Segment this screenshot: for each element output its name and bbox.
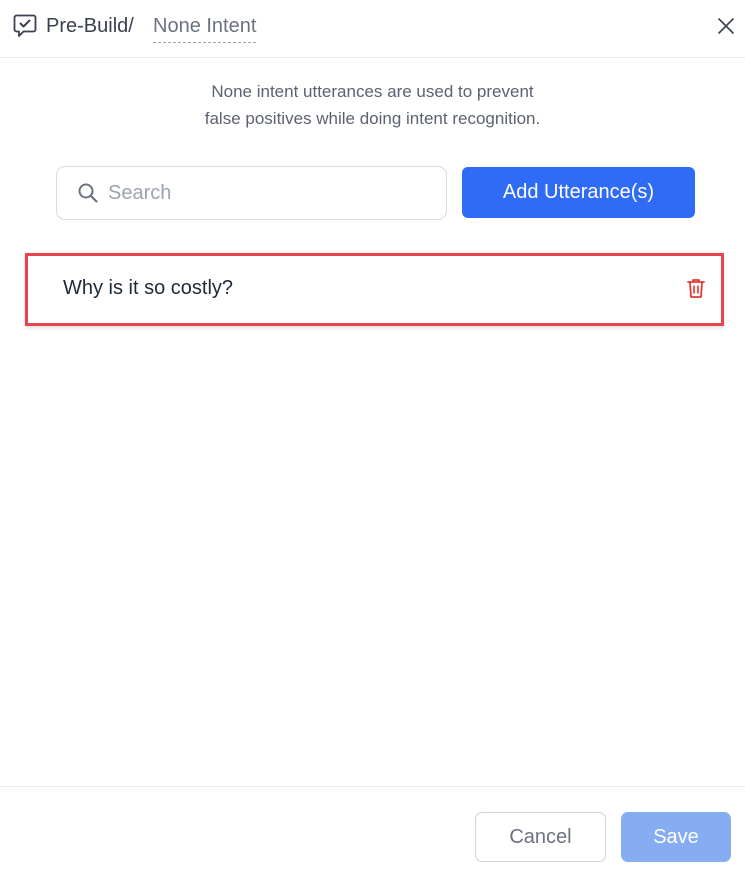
description-line-2: false positives while doing intent recog…: [204, 109, 541, 128]
search-icon: [77, 182, 99, 204]
panel-footer: Cancel Save: [0, 786, 745, 871]
utterance-list-item[interactable]: Why is it so costly?: [25, 253, 724, 326]
utterance-text: Why is it so costly?: [63, 277, 234, 299]
breadcrumb-parent: Pre-Build/: [46, 15, 134, 37]
intent-name-editable[interactable]: None Intent: [153, 13, 257, 43]
intent-description: None intent utterances are used to preve…: [0, 78, 745, 132]
chat-check-icon: [13, 13, 37, 39]
none-intent-panel: Pre-Build/ None Intent None intent utter…: [0, 0, 745, 871]
search-box: [56, 166, 447, 220]
add-utterance-button[interactable]: Add Utterance(s): [462, 167, 695, 218]
panel-header: Pre-Build/ None Intent: [0, 0, 745, 58]
search-input[interactable]: [108, 167, 428, 219]
close-icon[interactable]: [716, 16, 736, 36]
trash-icon[interactable]: [685, 277, 707, 301]
cancel-button[interactable]: Cancel: [475, 812, 606, 862]
description-line-1: None intent utterances are used to preve…: [211, 82, 534, 101]
save-button[interactable]: Save: [621, 812, 731, 862]
